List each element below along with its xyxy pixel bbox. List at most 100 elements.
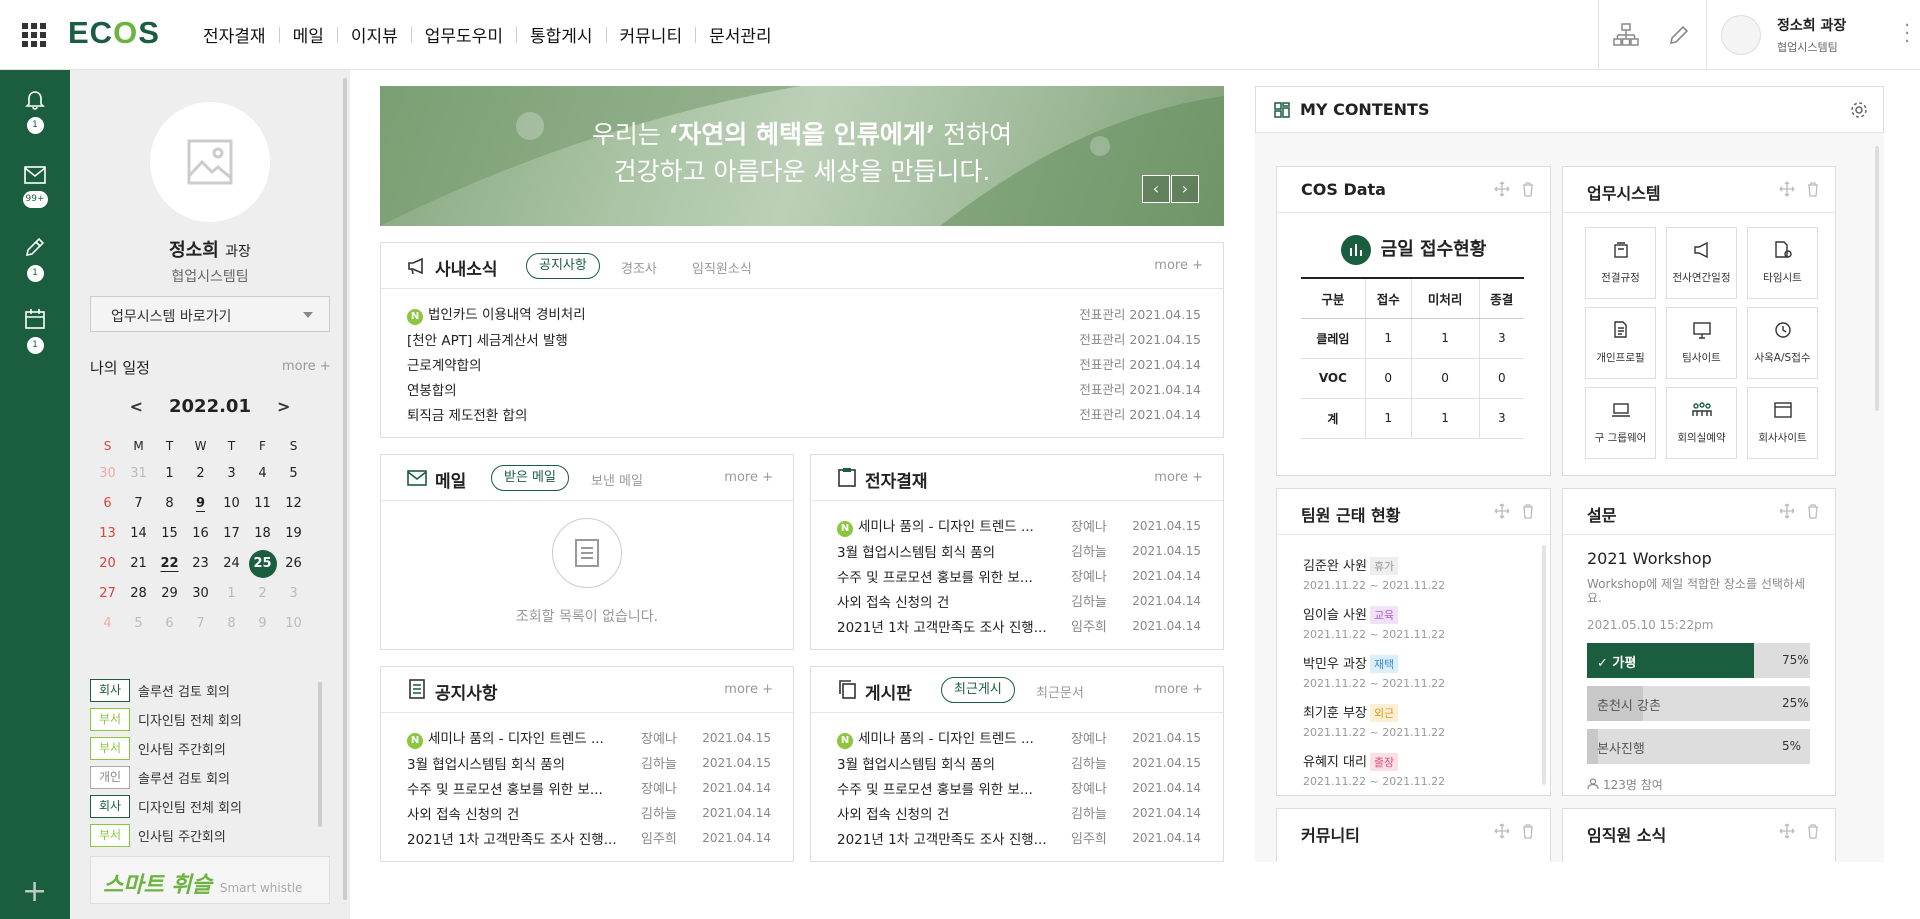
survey-option[interactable]: 본사진행 5% [1587,729,1810,764]
system-shortcut[interactable]: 전결규정 [1585,227,1656,299]
add-icon[interactable]: + [22,874,47,909]
trash-icon[interactable] [1520,181,1536,197]
list-item[interactable]: N 세미나 품의 - 디자인 트렌드 ... 장예나 2021.04.15 [837,513,1201,538]
list-item[interactable]: 2021년 1차 고객만족도 조사 진행... 임주희 2021.04.14 [837,825,1201,850]
system-shortcut-select[interactable]: 업무시스템 바로가기 [90,296,330,332]
system-shortcut[interactable]: 회의실예약 [1666,387,1737,459]
move-icon[interactable] [1779,823,1795,839]
list-item[interactable]: N 세미나 품의 - 디자인 트렌드 ... 장예나 2021.04.15 [837,725,1201,750]
list-item[interactable]: 2021년 1차 고객만족도 조사 진행... 임주희 2021.04.14 [407,825,771,850]
list-item[interactable]: 2021년 1차 고객만족도 조사 진행... 임주희 2021.04.14 [837,613,1201,638]
calendar-day[interactable]: 28 [123,579,154,609]
calendar-day[interactable]: 7 [185,609,216,639]
trash-icon[interactable] [1805,823,1821,839]
calendar-day[interactable]: 29 [154,579,185,609]
schedule-scrollbar[interactable] [318,682,322,827]
app-grid-icon[interactable] [22,23,46,47]
calendar-day[interactable]: 10 [216,489,247,519]
list-item[interactable]: 근로계약합의 전표관리 2021.04.14 [407,351,1201,376]
attendance-scrollbar[interactable] [1542,545,1546,785]
schedule-item[interactable]: 회사 솔루션 검토 회의 [90,676,330,705]
list-item[interactable]: 사외 접속 신청의 건 김하늘 2021.04.14 [407,800,771,825]
calendar-day[interactable]: 23 [185,549,216,579]
survey-option[interactable]: ✓ 가평 75% [1587,643,1810,678]
calendar-day[interactable]: 9 [247,609,278,639]
calendar-day[interactable]: 9 [185,489,216,519]
calendar-day[interactable]: 27 [92,579,123,609]
calendar-day[interactable]: 17 [216,519,247,549]
list-item[interactable]: 수주 및 프로모션 홍보를 위한 보... 장예나 2021.04.14 [837,563,1201,588]
banner-next-button[interactable]: › [1171,175,1199,203]
nav-item[interactable]: 커뮤니티 [607,22,696,47]
list-item[interactable]: N 법인카드 이용내역 경비처리 전표관리 2021.04.15 [407,301,1201,326]
calendar-day[interactable]: 20 [92,549,123,579]
list-item[interactable]: 사외 접속 신청의 건 김하늘 2021.04.14 [837,588,1201,613]
move-icon[interactable] [1494,503,1510,519]
system-shortcut[interactable]: 구 그룹웨어 [1585,387,1656,459]
calendar-day[interactable]: 10 [278,609,309,639]
tab-recent-docs[interactable]: 최근문서 [1036,682,1084,701]
move-icon[interactable] [1779,503,1795,519]
move-icon[interactable] [1494,181,1510,197]
calendar-day[interactable]: 30 [92,459,123,489]
calendar-day[interactable]: 12 [278,489,309,519]
calendar-day[interactable]: 2 [247,579,278,609]
calendar-day[interactable]: 14 [123,519,154,549]
calendar-day[interactable]: 11 [247,489,278,519]
calendar-day[interactable]: 1 [216,579,247,609]
system-shortcut[interactable]: 개인프로필 [1585,307,1656,379]
schedule-item[interactable]: 부서 인사팀 주간회의 [90,734,330,763]
settings-gear-icon[interactable] [1849,100,1869,120]
calendar-day[interactable]: 30 [185,579,216,609]
move-icon[interactable] [1779,181,1795,197]
system-shortcut[interactable]: 팀사이트 [1666,307,1737,379]
calendar-day[interactable]: 3 [216,459,247,489]
attendance-item[interactable]: 김준완 사원 휴가 2021.11.22 ~ 2021.11.22 [1303,555,1445,592]
calendar-day[interactable]: 2 [185,459,216,489]
notification-button[interactable]: 1 [0,88,70,134]
calendar-day[interactable]: 5 [278,459,309,489]
mail-button[interactable]: 99+ [0,166,70,208]
nav-item[interactable]: 문서관리 [696,22,785,47]
calendar-day[interactable]: 8 [216,609,247,639]
trash-icon[interactable] [1520,503,1536,519]
calendar-today[interactable]: 25 [248,550,277,578]
move-icon[interactable] [1494,823,1510,839]
trash-icon[interactable] [1520,823,1536,839]
calendar-day[interactable]: 13 [92,519,123,549]
attendance-item[interactable]: 유혜지 대리 출장 2021.11.22 ~ 2021.11.22 [1303,751,1445,788]
calendar-day[interactable]: 8 [154,489,185,519]
calendar-day[interactable]: 1 [154,459,185,489]
calendar-day[interactable]: 16 [185,519,216,549]
prev-month-icon[interactable]: < [130,397,143,416]
list-item[interactable]: 사외 접속 신청의 건 김하늘 2021.04.14 [837,800,1201,825]
list-item[interactable]: 수주 및 프로모션 홍보를 위한 보... 장예나 2021.04.14 [407,775,771,800]
survey-option[interactable]: 춘천시 강촌 25% [1587,686,1810,721]
calendar-day[interactable]: 3 [278,579,309,609]
schedule-item[interactable]: 부서 디자인팀 전체 회의 [90,705,330,734]
calendar-day[interactable]: 18 [247,519,278,549]
attendance-item[interactable]: 임이슬 사원 교육 2021.11.22 ~ 2021.11.22 [1303,604,1445,641]
system-shortcut[interactable]: 회사사이트 [1747,387,1818,459]
nav-item[interactable]: 메일 [280,22,337,47]
calendar-day[interactable]: 31 [123,459,154,489]
trash-icon[interactable] [1805,181,1821,197]
approval-more-link[interactable]: more + [1154,470,1203,485]
calendar-day[interactable]: 4 [247,459,278,489]
smart-whistle-banner[interactable]: 스마트 휘슬 Smart whistle [90,856,330,904]
system-shortcut[interactable]: 사옥A/S접수 [1747,307,1818,379]
calendar-day[interactable]: 4 [92,609,123,639]
logo[interactable]: ECOS [68,15,160,51]
calendar-day[interactable]: 21 [123,549,154,579]
calendar-day[interactable]: 26 [278,549,309,579]
tab-inbox[interactable]: 받은 메일 [491,465,569,491]
calendar-day[interactable]: 15 [154,519,185,549]
attendance-item[interactable]: 박민우 과장 재택 2021.11.22 ~ 2021.11.22 [1303,653,1445,690]
list-item[interactable]: 수주 및 프로모션 홍보를 위한 보... 장예나 2021.04.14 [837,775,1201,800]
list-item[interactable]: [천안 APT] 세금계산서 발행 전표관리 2021.04.15 [407,326,1201,351]
list-item[interactable]: 연봉합의 전표관리 2021.04.14 [407,376,1201,401]
calendar-day[interactable]: 5 [123,609,154,639]
schedule-item[interactable]: 개인 솔루션 검토 회의 [90,763,330,792]
calendar-button[interactable]: 1 [0,308,70,354]
more-vert-icon[interactable]: · · · [1904,17,1910,51]
